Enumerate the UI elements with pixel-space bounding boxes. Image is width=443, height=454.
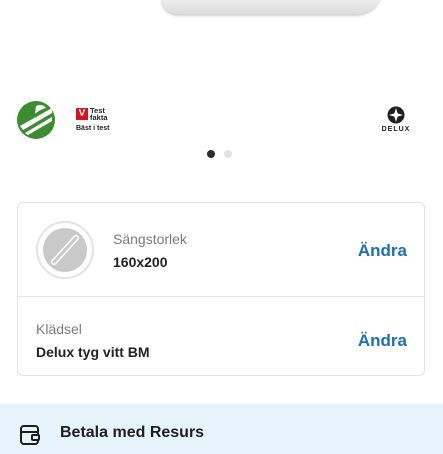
- payment-text: Betala med Resurs: [60, 424, 205, 441]
- bed-size-icon: [36, 221, 94, 279]
- payment-card-icon: [19, 424, 41, 451]
- testfakta-mark: V: [76, 108, 88, 120]
- product-options-card: Sängstorlek 160x200 Ändra Klädsel Delux …: [17, 202, 425, 376]
- delux-text: DELUX: [381, 126, 411, 133]
- delux-star-icon: [387, 106, 405, 124]
- testfakta-subtitle: Bäst i test: [76, 125, 110, 132]
- fabric-value: Delux tyg vitt BM: [36, 344, 150, 360]
- badge-row: V Test fakta Bäst i test DELUX: [0, 96, 443, 146]
- size-option-row: Sängstorlek 160x200 Ändra: [18, 203, 424, 297]
- nordic-swan-ecolabel-icon: [16, 100, 56, 140]
- change-size-button[interactable]: Ändra: [358, 241, 407, 261]
- fabric-label: Klädsel: [36, 321, 82, 337]
- testfakta-badge: V Test fakta Bäst i test: [76, 106, 122, 134]
- size-label: Sängstorlek: [113, 231, 187, 247]
- change-fabric-button[interactable]: Ändra: [358, 331, 407, 351]
- payment-banner[interactable]: Betala med Resurs: [0, 404, 443, 454]
- testfakta-name: Test fakta: [90, 106, 108, 122]
- fabric-option-row: Klädsel Delux tyg vitt BM Ändra: [18, 297, 424, 377]
- carousel-dot[interactable]: [224, 150, 232, 158]
- size-value: 160x200: [113, 254, 168, 270]
- carousel-dot-active[interactable]: [207, 150, 215, 158]
- delux-logo: DELUX: [378, 106, 414, 138]
- product-image: [157, 0, 383, 14]
